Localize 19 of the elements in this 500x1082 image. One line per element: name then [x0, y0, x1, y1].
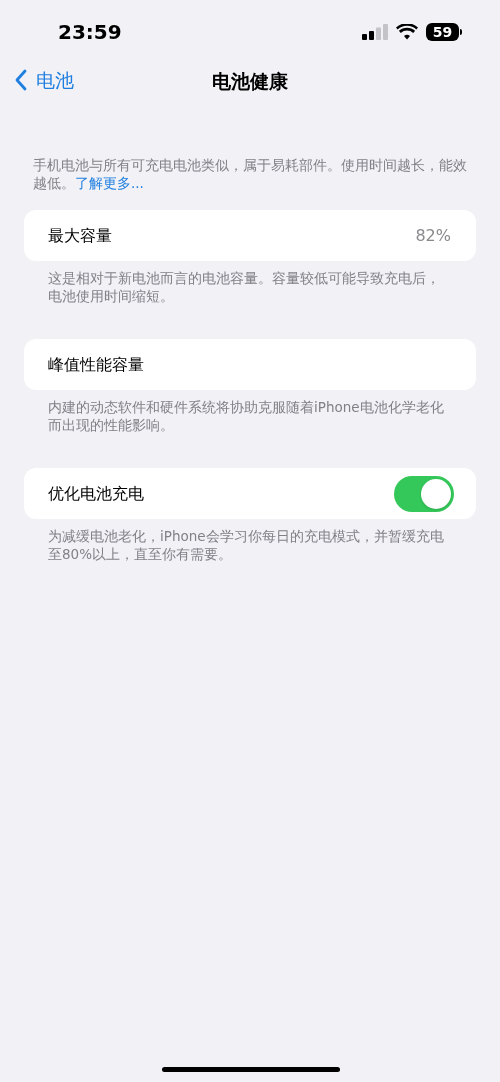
- battery-level: 59: [426, 23, 459, 41]
- back-button[interactable]: 电池: [14, 66, 74, 95]
- toggle-switch[interactable]: [394, 475, 454, 512]
- footer-text: 这是相对于新电池而言的电池容量。容量较低可能导致充电后，电池使用时间缩短。: [47, 269, 441, 305]
- settings-row[interactable]: 峰值性能容量: [24, 339, 476, 390]
- row-label: 峰值性能容量: [48, 353, 144, 376]
- page-title: 电池健康: [212, 68, 288, 94]
- signal-icon: [362, 24, 388, 40]
- learn-more-link[interactable]: 了解更多...: [75, 175, 144, 191]
- footer-text: 为减缓电池老化，iPhone会学习你每日的充电模式，并暂缓充电至80%以上，直至你有需要。: [47, 527, 445, 563]
- settings-row[interactable]: 最大容量 82%: [24, 210, 476, 261]
- chevron-left-icon: [14, 69, 28, 92]
- footer-text: 内建的动态软件和硬件系统将协助克服随着iPhone电池化学老化而出现的性能影响。: [47, 398, 445, 434]
- status-time: 23:59: [58, 19, 122, 46]
- row-label: 优化电池充电: [48, 482, 144, 505]
- intro-text: 手机电池与所有可充电电池类似，属于易耗部件。使用时间越长，能效越低。了解更多...: [32, 156, 468, 192]
- row-label: 最大容量: [48, 224, 112, 247]
- wifi-icon: [396, 24, 418, 40]
- row-value: 82%: [415, 224, 452, 247]
